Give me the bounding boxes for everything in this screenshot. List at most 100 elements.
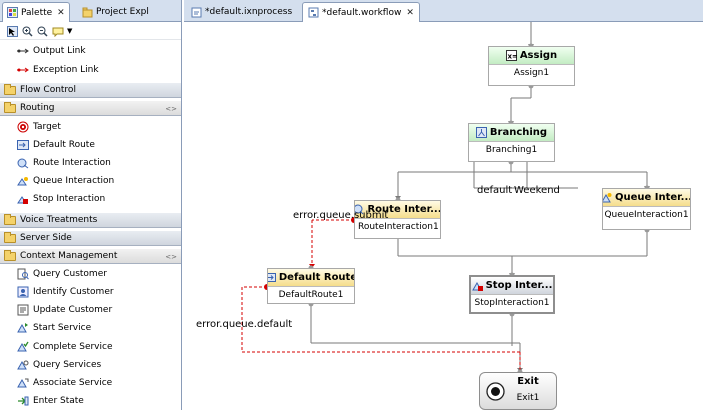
- collapse-icon[interactable]: <>: [165, 105, 177, 113]
- tab-project-explorer-label: Project Expl: [96, 7, 149, 17]
- palette-item-output-link[interactable]: Output Link: [0, 42, 181, 60]
- enter-state-icon: [17, 395, 29, 407]
- tab-label: *default.ixnprocess: [205, 7, 293, 17]
- workflow-editor: *default.ixnprocess *default.workflow ✕: [184, 0, 703, 410]
- palette-item-stop-interaction[interactable]: Stop Interaction: [0, 190, 181, 208]
- close-icon[interactable]: ✕: [57, 8, 65, 18]
- node-name: QueueInteraction1: [604, 210, 689, 220]
- node-name: RouteInteraction1: [358, 222, 439, 232]
- palette-item-route-interaction[interactable]: Route Interaction: [0, 154, 181, 172]
- tab-palette-label: Palette: [21, 7, 53, 18]
- palette-item-query-customer[interactable]: Query Customer: [0, 265, 181, 283]
- chevron-down-icon[interactable]: ▼: [67, 27, 72, 35]
- query-customer-icon: [17, 268, 29, 280]
- tab-project-explorer[interactable]: Project Expl: [78, 2, 153, 22]
- node-title: Default Route: [278, 272, 354, 283]
- identify-customer-icon: [17, 286, 29, 298]
- stop-interaction-icon: [471, 280, 483, 291]
- folder-icon: [4, 231, 16, 243]
- palette-item-label: Target: [33, 122, 61, 132]
- connection-label-weekend: Weekend: [514, 185, 560, 196]
- node-title: Stop Inter...: [485, 280, 553, 291]
- node-name: Exit1: [516, 393, 540, 403]
- palette-item-query-services[interactable]: Query Services: [0, 356, 181, 374]
- drawer-label: Routing: [20, 103, 55, 113]
- select-tool-icon[interactable]: [7, 25, 18, 37]
- palette-item-start-service[interactable]: Start Service: [0, 319, 181, 337]
- palette-item-label: Output Link: [33, 46, 86, 56]
- zoom-in-icon[interactable]: [22, 26, 33, 37]
- tab-palette[interactable]: Palette ✕: [2, 2, 70, 22]
- node-default-route[interactable]: Default Route DefaultRoute1: [267, 268, 355, 304]
- project-explorer-icon: [82, 7, 93, 18]
- node-title: Assign: [519, 50, 558, 61]
- palette-item-identify-customer[interactable]: Identify Customer: [0, 283, 181, 301]
- node-header: Branching: [469, 124, 554, 142]
- palette-item-associate-service[interactable]: Associate Service: [0, 374, 181, 392]
- palette-item-label: Queue Interaction: [33, 176, 115, 186]
- output-link-icon: [17, 45, 29, 57]
- palette-item-label: Exception Link: [33, 65, 99, 75]
- node-stop-interaction[interactable]: Stop Inter... StopInteraction1: [469, 275, 555, 314]
- node-name: StopInteraction1: [474, 298, 550, 308]
- palette-item-exception-link[interactable]: Exception Link: [0, 61, 181, 79]
- palette-item-enter-state[interactable]: Enter State: [0, 392, 181, 410]
- palette-toolbar: ▼: [0, 23, 181, 40]
- folder-open-icon: [4, 101, 16, 113]
- palette-view: Palette ✕ Project Expl ▼ Output Link Exc…: [0, 0, 182, 410]
- folder-icon: [4, 83, 16, 95]
- drawer-label: Flow Control: [20, 85, 76, 95]
- node-name: Assign1: [513, 68, 550, 78]
- tab-default-ixnprocess[interactable]: *default.ixnprocess: [186, 2, 297, 22]
- drawer-voice-treatments[interactable]: Voice Treatments: [0, 212, 181, 228]
- tab-default-workflow[interactable]: *default.workflow ✕: [302, 2, 420, 22]
- drawer-context-management[interactable]: Context Management <>: [0, 248, 181, 264]
- collapse-icon[interactable]: <>: [165, 253, 177, 261]
- palette-item-label: Associate Service: [33, 378, 113, 388]
- node-header: x= Assign: [489, 47, 574, 65]
- target-icon: [17, 121, 29, 133]
- zoom-out-icon[interactable]: [37, 26, 48, 37]
- stop-interaction-icon: [17, 193, 29, 205]
- node-exit[interactable]: Exit Exit1: [479, 372, 557, 410]
- editor-tab-bar: *default.ixnprocess *default.workflow ✕: [184, 0, 703, 22]
- exception-link-icon: [17, 64, 29, 76]
- drawer-server-side[interactable]: Server Side: [0, 230, 181, 246]
- node-name: DefaultRoute1: [278, 290, 344, 300]
- tab-label: *default.workflow: [322, 7, 402, 18]
- drawer-flow-control[interactable]: Flow Control: [0, 82, 181, 98]
- folder-open-icon: [4, 249, 16, 261]
- connection-label-error-queue-submit: error.queue.submit: [293, 210, 389, 221]
- node-branching[interactable]: Branching Branching1: [468, 123, 555, 162]
- palette-item-label: Complete Service: [33, 342, 113, 352]
- palette-item-complete-service[interactable]: Complete Service: [0, 338, 181, 356]
- palette-item-label: Enter State: [33, 396, 84, 406]
- drawer-label: Server Side: [20, 233, 72, 243]
- node-title: Exit: [517, 376, 539, 387]
- palette-item-label: Query Customer: [33, 269, 107, 279]
- default-route-icon: [17, 139, 29, 151]
- branching-icon: [475, 127, 487, 138]
- palette-item-update-customer[interactable]: Update Customer: [0, 301, 181, 319]
- palette-item-label: Stop Interaction: [33, 194, 106, 204]
- workflow-file-icon: [308, 7, 319, 18]
- folder-icon: [4, 213, 16, 225]
- close-icon[interactable]: ✕: [406, 8, 414, 18]
- drawer-routing[interactable]: Routing <>: [0, 100, 181, 116]
- node-name: Branching1: [485, 145, 538, 155]
- palette-item-label: Default Route: [33, 140, 95, 150]
- note-tool-icon[interactable]: [52, 26, 64, 37]
- palette-item-target[interactable]: Target: [0, 118, 181, 136]
- workflow-canvas[interactable]: x= Assign Assign1 Branching Branching1 R…: [184, 22, 703, 410]
- palette-item-default-route[interactable]: Default Route: [0, 136, 181, 154]
- query-services-icon: [17, 359, 29, 371]
- node-assign[interactable]: x= Assign Assign1: [488, 46, 575, 86]
- queue-interaction-icon: [17, 175, 29, 187]
- complete-service-icon: [17, 341, 29, 353]
- palette-item-queue-interaction[interactable]: Queue Interaction: [0, 172, 181, 190]
- connection-label-error-queue-default: error.queue.default: [196, 319, 293, 330]
- exit-icon: [486, 382, 505, 401]
- svg-text:x=: x=: [507, 53, 517, 61]
- node-queue-interaction[interactable]: Queue Inter... QueueInteraction1: [602, 188, 691, 230]
- update-customer-icon: [17, 304, 29, 316]
